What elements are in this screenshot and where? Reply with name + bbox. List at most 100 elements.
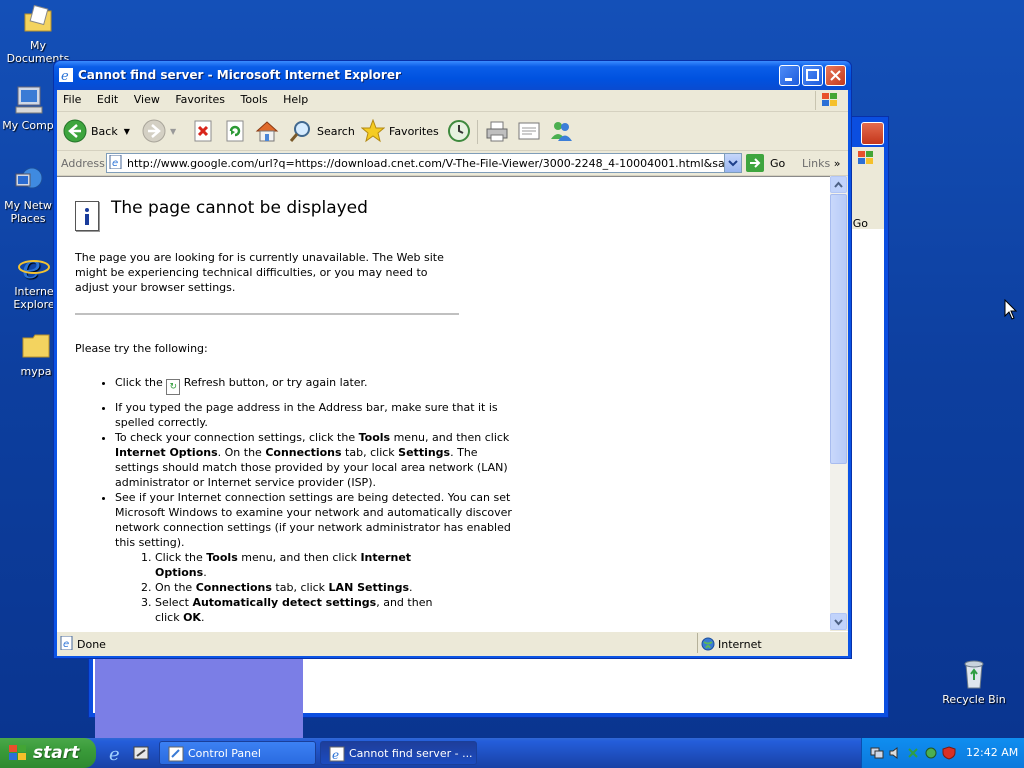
desktop-icon-label: Recycle Bin — [942, 693, 1006, 706]
scroll-down-button[interactable] — [830, 613, 847, 630]
taskbar-item-label: Cannot find server - ... — [349, 747, 473, 760]
go-label: Go — [770, 156, 786, 170]
menu-file[interactable]: File — [57, 90, 87, 106]
edit-button[interactable] — [517, 118, 545, 144]
svg-text:e: e — [61, 69, 69, 82]
scroll-thumb[interactable] — [830, 194, 847, 464]
refresh-icon — [223, 119, 247, 143]
chevron-down-icon[interactable]: ▼ — [124, 127, 130, 136]
show-desktop-icon[interactable] — [132, 744, 150, 762]
stop-button[interactable] — [191, 118, 219, 144]
taskbar-item-label: Control Panel — [188, 747, 261, 760]
svg-text:e: e — [63, 639, 69, 650]
suggestion-detect-settings: See if your Internet connection settings… — [115, 490, 515, 625]
links-label: Links — [802, 157, 831, 170]
menu-tools[interactable]: Tools — [235, 90, 274, 106]
internet-explorer-window[interactable]: e Cannot find server - Microsoft Interne… — [53, 60, 852, 659]
windows-logo-icon — [815, 91, 842, 110]
messenger-icon — [549, 119, 573, 143]
chevron-down-icon[interactable]: ▼ — [170, 127, 176, 136]
step-2: On the Connections tab, click LAN Settin… — [155, 580, 455, 595]
home-icon — [255, 119, 279, 143]
network-icon — [12, 164, 44, 196]
forward-arrow-icon — [142, 119, 166, 143]
svg-text:e: e — [109, 744, 120, 762]
globe-icon — [701, 637, 715, 651]
desktop-icon-label: Interne Explore — [13, 285, 55, 311]
start-button[interactable]: start — [0, 738, 96, 768]
menu-help[interactable]: Help — [277, 90, 314, 106]
print-button[interactable] — [485, 118, 513, 144]
internet-explorer-icon: e — [18, 248, 50, 286]
security-tray-icon[interactable] — [906, 746, 920, 760]
address-bar: Address e http://www.google.com/url?q=ht… — [57, 151, 848, 176]
intro-text: The page you are looking for is currentl… — [75, 251, 444, 294]
step-1: Click the Tools menu, and then click Int… — [155, 550, 455, 580]
scroll-up-button[interactable] — [830, 176, 847, 193]
internet-explorer-icon: e — [329, 746, 345, 762]
chevron-down-icon[interactable] — [724, 154, 741, 172]
page-title: The page cannot be displayed — [111, 198, 368, 218]
minimize-button[interactable] — [779, 65, 800, 86]
close-icon[interactable] — [861, 122, 884, 145]
security-zone[interactable]: Internet — [697, 633, 848, 653]
windows-logo-icon — [856, 149, 876, 167]
search-button[interactable]: Search — [289, 118, 355, 144]
background-window-panel — [95, 647, 303, 739]
info-icon — [75, 201, 99, 231]
menu-favorites[interactable]: Favorites — [169, 90, 231, 106]
history-button[interactable] — [447, 118, 475, 144]
maximize-button[interactable] — [802, 65, 823, 86]
control-panel-icon — [168, 746, 184, 762]
messenger-button[interactable] — [549, 118, 577, 144]
computer-icon — [12, 84, 44, 116]
desktop-icon-recycle-bin[interactable]: Recycle Bin — [936, 658, 1012, 706]
go-arrow-icon — [746, 154, 764, 172]
chevron-right-icon: » — [833, 157, 841, 170]
window-title: Cannot find server - Microsoft Internet … — [78, 68, 401, 82]
volume-tray-icon[interactable] — [888, 746, 902, 760]
favorites-button[interactable]: Favorites — [360, 118, 439, 144]
recycle-bin-icon — [958, 658, 990, 690]
back-arrow-icon — [63, 119, 87, 143]
search-icon — [289, 119, 313, 143]
refresh-button[interactable] — [223, 118, 251, 144]
internet-explorer-icon[interactable]: e — [108, 744, 126, 762]
menu-bar: File Edit View Favorites Tools Help — [57, 90, 848, 112]
history-icon — [447, 119, 471, 143]
divider — [75, 313, 459, 315]
printer-icon — [485, 119, 509, 143]
clock: 12:42 AM — [966, 746, 1019, 759]
close-icon — [830, 70, 841, 81]
desktop-icon-my-documents[interactable]: My Documents — [0, 4, 76, 65]
zone-label: Internet — [718, 638, 762, 651]
vertical-scrollbar[interactable] — [830, 176, 847, 630]
windows-logo-icon — [9, 745, 27, 761]
taskbar-item-internet-explorer[interactable]: e Cannot find server - ... — [320, 741, 477, 765]
quick-launch: e — [104, 743, 152, 763]
network-tray-icon[interactable] — [870, 746, 884, 760]
title-bar[interactable]: e Cannot find server - Microsoft Interne… — [54, 61, 851, 90]
search-label: Search — [317, 124, 355, 138]
taskbar-item-control-panel[interactable]: Control Panel — [159, 741, 316, 765]
forward-button[interactable]: ▼ — [142, 118, 176, 144]
star-icon — [360, 118, 386, 143]
try-heading: Please try the following: — [75, 342, 208, 355]
back-label: Back — [91, 124, 118, 138]
address-input[interactable]: e http://www.google.com/url?q=https://do… — [106, 153, 742, 173]
page-icon: e — [60, 635, 74, 651]
background-go-label[interactable]: Go — [853, 217, 868, 230]
chevron-down-icon — [834, 619, 843, 626]
back-button[interactable]: Back ▼ — [63, 118, 130, 144]
menu-edit[interactable]: Edit — [91, 90, 124, 106]
menu-view[interactable]: View — [128, 90, 166, 106]
close-button[interactable] — [825, 65, 846, 86]
start-label: start — [33, 743, 80, 763]
home-button[interactable] — [255, 118, 283, 144]
shield-tray-icon[interactable] — [942, 746, 956, 760]
internet-explorer-icon: e — [59, 68, 73, 84]
go-button[interactable]: Go — [746, 154, 785, 172]
suggestion-connection-settings: To check your connection settings, click… — [115, 430, 515, 490]
sync-tray-icon[interactable] — [924, 746, 938, 760]
links-button[interactable]: Links » — [802, 157, 841, 170]
